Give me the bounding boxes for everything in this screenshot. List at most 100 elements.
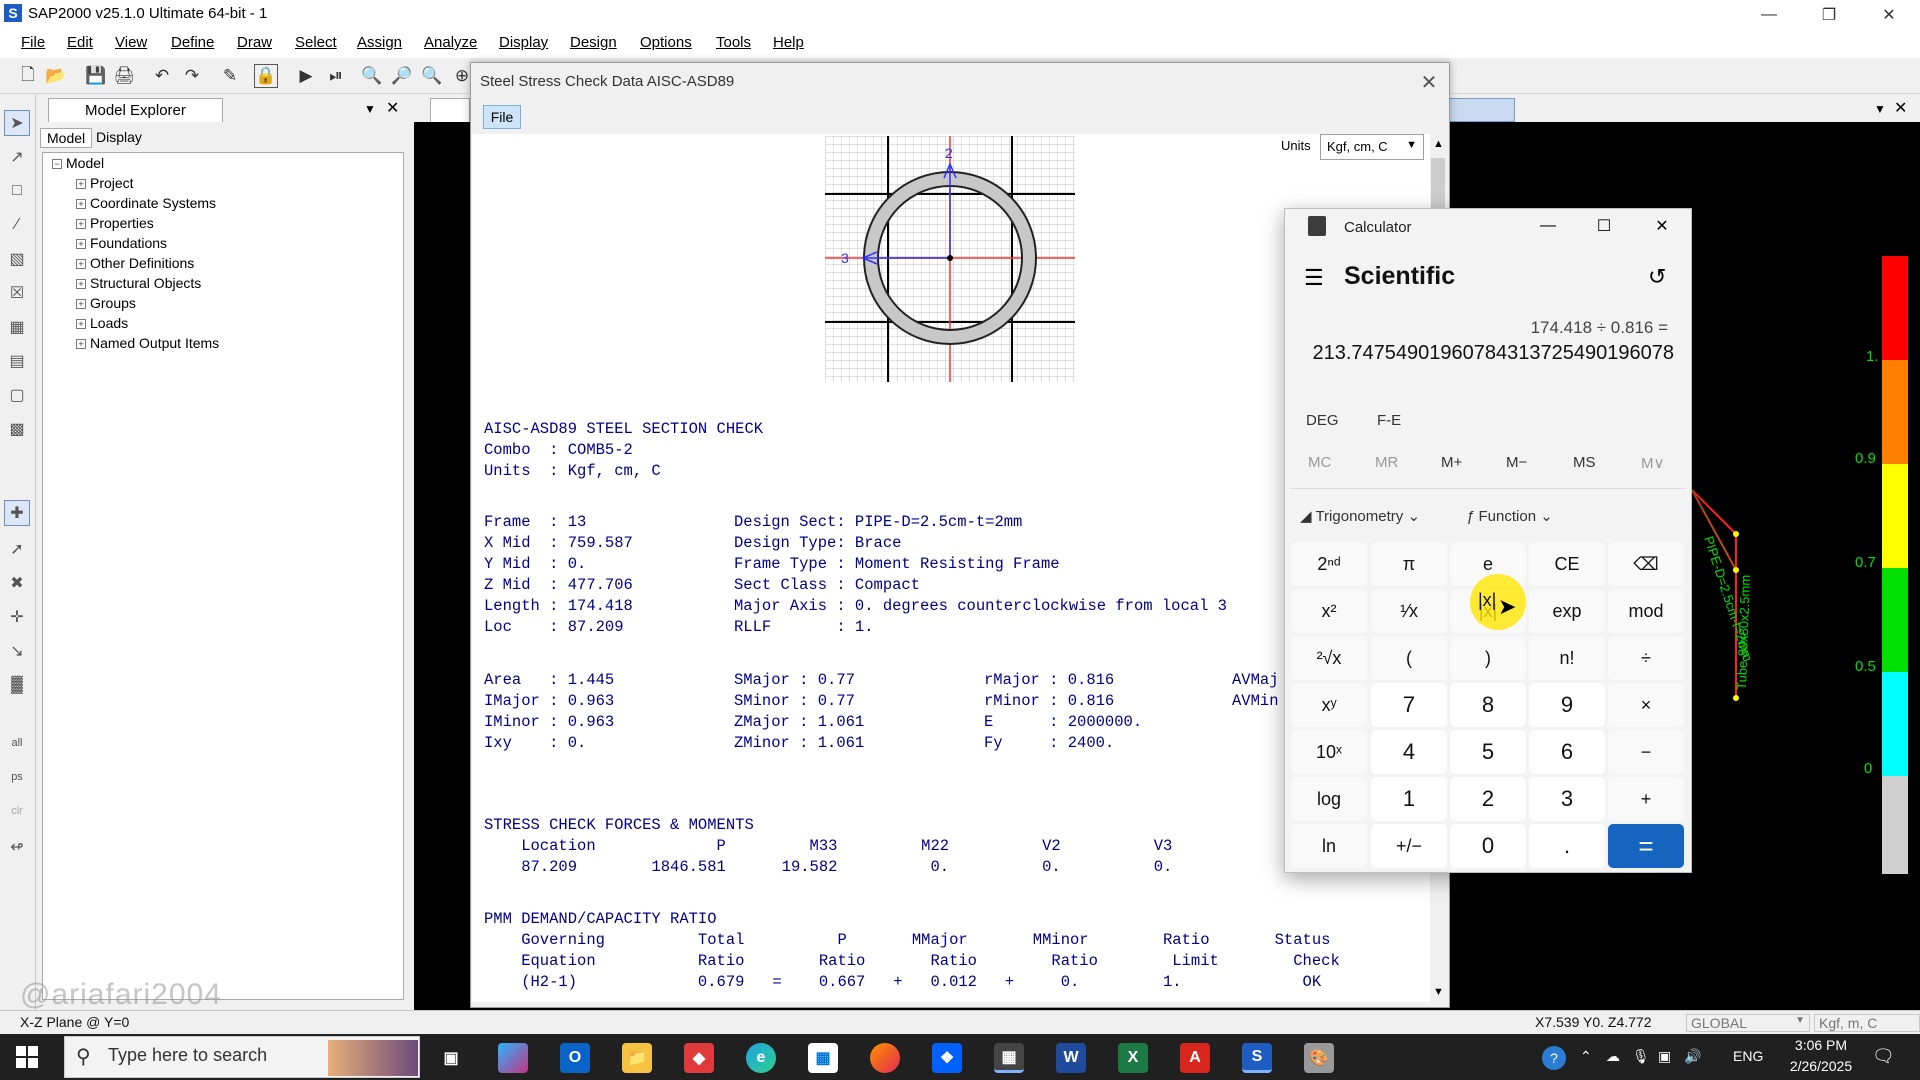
pointer-icon[interactable]: ➤: [4, 110, 30, 136]
draw-cross-icon[interactable]: ☒: [4, 280, 30, 306]
joint[interactable]: [1733, 695, 1739, 701]
task-view-icon[interactable]: ▣: [436, 1043, 466, 1073]
tree-item-foundations[interactable]: + Foundations: [76, 235, 167, 251]
menu-display[interactable]: Display: [499, 34, 548, 51]
reshape-icon[interactable]: ↗: [4, 144, 30, 170]
onedrive-icon[interactable]: ☁: [1606, 1048, 1620, 1065]
key-3[interactable]: 3: [1529, 777, 1605, 821]
hamburger-menu-icon[interactable]: ☰: [1304, 265, 1324, 291]
draw-frame-icon[interactable]: ∕: [4, 212, 30, 238]
deg-toggle[interactable]: DEG: [1306, 412, 1339, 429]
menu-define[interactable]: Define: [171, 34, 214, 51]
memory-recall-button[interactable]: MR: [1375, 454, 1398, 471]
key-second[interactable]: 2ⁿᵈ: [1291, 542, 1367, 586]
key-mod[interactable]: mod: [1608, 589, 1684, 633]
redo-icon[interactable]: ↷: [180, 64, 204, 88]
draw-link-icon[interactable]: ▩: [4, 416, 30, 442]
memory-store-button[interactable]: MS: [1573, 454, 1596, 471]
close-icon[interactable]: ✕: [1860, 0, 1918, 29]
lock-icon[interactable]: 🔒: [254, 64, 278, 88]
key-multiply[interactable]: ×: [1608, 683, 1684, 727]
explorer-close-icon[interactable]: ✕: [386, 98, 399, 118]
clock-time[interactable]: 3:06 PM: [1778, 1037, 1864, 1053]
menu-edit[interactable]: Edit: [67, 34, 93, 51]
notifications-icon[interactable]: 🗨: [1872, 1046, 1895, 1067]
key-backspace[interactable]: ⌫: [1608, 542, 1684, 586]
key-power[interactable]: xʸ: [1291, 683, 1367, 727]
snap-extension-icon[interactable]: ↘: [4, 638, 30, 664]
dialog-file-menu[interactable]: File: [483, 105, 521, 129]
menu-assign[interactable]: Assign: [357, 34, 402, 51]
word-icon[interactable]: W: [1056, 1043, 1086, 1073]
menu-draw[interactable]: Draw: [237, 34, 272, 51]
file-explorer-icon[interactable]: 📁: [622, 1043, 652, 1073]
pencil-icon[interactable]: ✎: [218, 64, 242, 88]
key-negate[interactable]: +/−: [1371, 824, 1447, 868]
expand-icon[interactable]: +: [76, 279, 86, 289]
key-pi[interactable]: π: [1371, 542, 1447, 586]
key-factorial[interactable]: n!: [1529, 636, 1605, 680]
units-status-dropdown[interactable]: Kgf, m, C: [1814, 1014, 1920, 1032]
dialog-close-icon[interactable]: ✕: [1415, 68, 1443, 96]
key-2[interactable]: 2: [1450, 777, 1526, 821]
snap-line-icon[interactable]: ➚: [4, 536, 30, 562]
new-file-icon[interactable]: 🗋: [16, 64, 40, 88]
key-ce[interactable]: CE: [1529, 542, 1605, 586]
tree-item-loads[interactable]: + Loads: [76, 315, 128, 331]
run-analysis-icon[interactable]: ▶: [294, 64, 318, 88]
memory-list-button[interactable]: M∨: [1641, 454, 1664, 472]
outlook-icon[interactable]: O: [560, 1043, 590, 1073]
key-add[interactable]: +: [1608, 777, 1684, 821]
menu-help[interactable]: Help: [773, 34, 804, 51]
explorer-dropdown-icon[interactable]: ▼: [364, 102, 376, 116]
calculator-taskbar-icon[interactable]: ▦: [994, 1043, 1024, 1073]
menu-view[interactable]: View: [115, 34, 147, 51]
expand-icon[interactable]: +: [76, 339, 86, 349]
draw-point-icon[interactable]: □: [4, 178, 30, 204]
tree-root-model[interactable]: − Model: [52, 155, 104, 171]
tree-item-project[interactable]: + Project: [76, 175, 134, 191]
expand-icon[interactable]: +: [76, 179, 86, 189]
expand-icon[interactable]: +: [76, 239, 86, 249]
history-icon[interactable]: ↺: [1648, 264, 1666, 290]
tree-item-other-definitions[interactable]: + Other Definitions: [76, 255, 194, 271]
key-subtract[interactable]: −: [1608, 730, 1684, 774]
key-ln[interactable]: ln: [1291, 824, 1367, 868]
menu-design[interactable]: Design: [570, 34, 617, 51]
microphone-icon[interactable]: 🎙: [1632, 1048, 1650, 1065]
help-icon[interactable]: ?: [1542, 1046, 1566, 1070]
dropbox-icon[interactable]: ❖: [932, 1043, 962, 1073]
key-6[interactable]: 6: [1529, 730, 1605, 774]
scroll-down-icon[interactable]: ▼: [1433, 986, 1444, 998]
select-previous-icon[interactable]: ps: [4, 764, 30, 790]
save-icon[interactable]: 💾: [84, 64, 108, 88]
expand-icon[interactable]: +: [76, 299, 86, 309]
firefox-icon[interactable]: [870, 1043, 900, 1073]
run-step-icon[interactable]: ⏯: [324, 64, 348, 88]
windows-start-icon[interactable]: [16, 1046, 38, 1068]
menu-analyze[interactable]: Analyze: [424, 34, 477, 51]
tree-item-coordinate-systems[interactable]: + Coordinate Systems: [76, 195, 216, 211]
tray-chevron-up-icon[interactable]: ⌃: [1580, 1048, 1592, 1065]
select-all-icon[interactable]: all: [4, 730, 30, 756]
calc-minimize-icon[interactable]: —: [1532, 212, 1564, 240]
view-close-icon[interactable]: ✕: [1894, 98, 1907, 118]
key-0[interactable]: 0: [1450, 824, 1526, 868]
language-indicator[interactable]: ENG: [1733, 1048, 1763, 1064]
expand-icon[interactable]: +: [76, 219, 86, 229]
network-icon[interactable]: ▣: [1658, 1048, 1671, 1065]
minimize-icon[interactable]: —: [1740, 0, 1798, 29]
menu-options[interactable]: Options: [640, 34, 692, 51]
key-4[interactable]: 4: [1371, 730, 1447, 774]
calc-maximize-icon[interactable]: ☐: [1588, 212, 1620, 240]
clear-selection-icon[interactable]: clr: [4, 798, 30, 824]
key-ten-power[interactable]: 10ˣ: [1291, 730, 1367, 774]
joint[interactable]: [1733, 567, 1739, 573]
joint[interactable]: [1733, 531, 1739, 537]
member-brace-1[interactable]: [1691, 489, 1737, 535]
key-8[interactable]: 8: [1450, 683, 1526, 727]
memory-subtract-button[interactable]: M−: [1506, 454, 1527, 471]
menu-select[interactable]: Select: [295, 34, 337, 51]
snap-perpendicular-icon[interactable]: ✛: [4, 604, 30, 630]
paint-icon[interactable]: 🎨: [1304, 1043, 1334, 1073]
